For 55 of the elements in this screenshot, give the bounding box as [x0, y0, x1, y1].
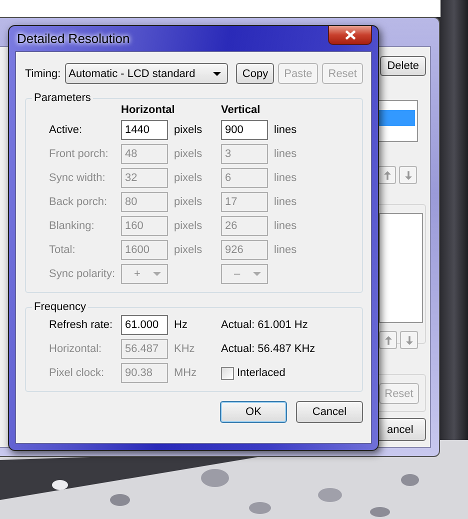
up-arrow-icon [384, 170, 390, 180]
field-label: Active: [49, 124, 84, 136]
list-box[interactable] [379, 213, 423, 323]
field-label: Horizontal: [49, 343, 103, 355]
cancel-button[interactable]: Cancel [296, 401, 363, 423]
reading-text: Actual: 61.001 Hz [221, 319, 309, 331]
column-header: Vertical [221, 104, 262, 116]
group-label: Frequency [33, 301, 87, 313]
unit-label: KHz [173, 343, 196, 355]
button[interactable]: Delete [380, 56, 426, 76]
button[interactable]: Copy [236, 63, 274, 84]
field-label: Pixel clock: [49, 367, 106, 379]
unit-label: lines [273, 148, 298, 160]
unit-label: lines [273, 244, 298, 256]
field-label: Sync width: [49, 172, 106, 184]
group-label: Parameters [33, 92, 92, 104]
input-field[interactable]: 61.000 [121, 315, 168, 335]
list-box[interactable] [378, 100, 418, 142]
move-down-button[interactable] [400, 331, 418, 349]
timing-dropdown[interactable]: Automatic - LCD standard [64, 63, 228, 84]
down-arrow-icon [406, 336, 412, 344]
unit-label: pixels [173, 196, 204, 208]
close-icon [344, 30, 356, 40]
window-title: Detailed Resolution [17, 31, 130, 46]
unit-label: pixels [173, 148, 204, 160]
close-button[interactable] [328, 26, 372, 45]
unit-label: lines [273, 124, 298, 136]
timing-label: Timing: [25, 68, 61, 80]
field-label: Total: [49, 244, 76, 256]
unit-label: lines [273, 196, 298, 208]
field-label: Front porch: [49, 148, 110, 160]
unit-label: Hz [173, 319, 188, 331]
up-arrow-icon [384, 336, 392, 344]
unit-label: pixels [173, 244, 204, 256]
field-label: Back porch: [49, 196, 108, 208]
unit-label: pixels [173, 172, 204, 184]
unit-label: pixels [173, 220, 204, 232]
caret-icon [153, 272, 161, 276]
field-label: Blanking: [49, 220, 96, 232]
field-label: Sync polarity: [49, 268, 116, 280]
field-label: Refresh rate: [49, 319, 114, 331]
unit-label: lines [273, 172, 298, 184]
checkbox-label: Interlaced [237, 367, 286, 379]
caret-icon [213, 72, 222, 76]
unit-label: MHz [173, 367, 198, 379]
unit-label: lines [273, 220, 298, 232]
input-field[interactable]: 1440 [121, 120, 168, 140]
move-up-button[interactable] [378, 166, 396, 184]
caret-icon [253, 272, 261, 276]
column-header: Horizontal [121, 104, 176, 116]
input-field[interactable]: 900 [221, 120, 268, 140]
reading-text: Actual: 56.487 KHz [221, 343, 316, 355]
ok-button[interactable]: OK [220, 401, 287, 423]
unit-label: pixels [173, 124, 204, 136]
down-arrow-icon [404, 170, 412, 180]
